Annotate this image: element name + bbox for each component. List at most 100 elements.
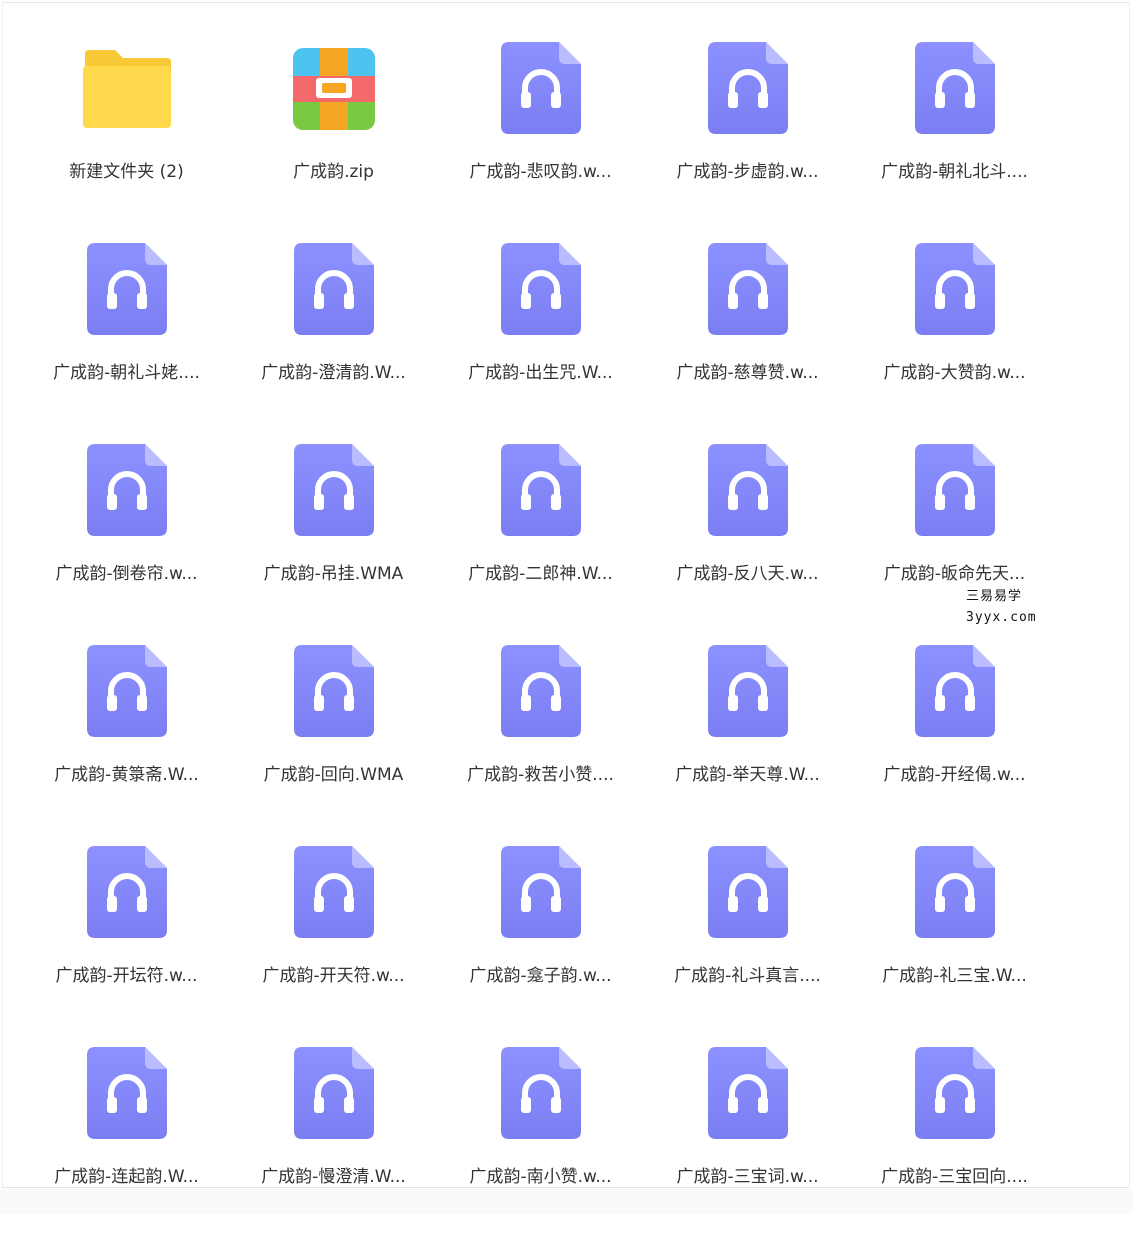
- file-icon-container: [644, 243, 851, 335]
- zip-archive-icon: [292, 48, 375, 130]
- file-icon-container: [23, 444, 230, 536]
- file-item[interactable]: 广成韵-步虚韵.w...: [644, 38, 851, 239]
- file-icon-container: [644, 444, 851, 536]
- file-name-label: 广成韵-朝礼斗姥....: [53, 363, 200, 383]
- file-name-label: 广成韵-回向.WMA: [263, 765, 404, 785]
- file-icon-container: [437, 444, 644, 536]
- file-item[interactable]: 广成韵-开天符.w...: [230, 842, 437, 1043]
- audio-file-icon: [914, 846, 995, 938]
- file-name-label: 广成韵-连起韵.W...: [54, 1167, 199, 1187]
- file-item[interactable]: 广成韵-反八天.w...: [644, 440, 851, 641]
- file-icon-container: [644, 645, 851, 737]
- file-icon-container: [23, 1047, 230, 1139]
- audio-file-icon: [914, 243, 995, 335]
- file-item[interactable]: 广成韵-朝礼北斗....: [851, 38, 1058, 239]
- file-item[interactable]: 广成韵-举天尊.W...: [644, 641, 851, 842]
- file-name-label: 广成韵-慢澄清.W...: [261, 1167, 406, 1187]
- audio-file-icon: [707, 846, 788, 938]
- file-item[interactable]: 广成韵-大赞韵.w...: [851, 239, 1058, 440]
- file-name-label: 广成韵-三宝回向....: [881, 1167, 1028, 1187]
- file-name-label: 广成韵-举天尊.W...: [675, 765, 820, 785]
- file-name-label: 广成韵-倒卷帘.w...: [55, 564, 198, 584]
- file-icon-container: [23, 243, 230, 335]
- audio-file-icon: [86, 444, 167, 536]
- audio-file-icon: [707, 645, 788, 737]
- file-icon-container: [230, 444, 437, 536]
- audio-file-icon: [293, 846, 374, 938]
- file-name-label: 广成韵-吊挂.WMA: [263, 564, 404, 584]
- file-item[interactable]: 广成韵-悲叹韵.w...: [437, 38, 644, 239]
- audio-file-icon: [293, 243, 374, 335]
- file-name-label: 广成韵-出生咒.W...: [468, 363, 613, 383]
- file-name-label: 广成韵-南小赞.w...: [469, 1167, 612, 1187]
- file-name-label: 广成韵-礼斗真言....: [674, 966, 821, 986]
- file-name-label: 广成韵-开天符.w...: [262, 966, 405, 986]
- file-item[interactable]: 广成韵-救苦小赞....: [437, 641, 644, 842]
- file-icon-container: [437, 1047, 644, 1139]
- file-item[interactable]: 广成韵.zip: [230, 38, 437, 239]
- file-icon-container: [851, 645, 1058, 737]
- file-name-label: 广成韵-朝礼北斗....: [881, 162, 1028, 182]
- file-icon-container: [23, 846, 230, 938]
- file-name-label: 广成韵-救苦小赞....: [467, 765, 614, 785]
- file-icon-container: [23, 645, 230, 737]
- file-item[interactable]: 广成韵-慈尊赞.w...: [644, 239, 851, 440]
- file-name-label: 广成韵-慈尊赞.w...: [676, 363, 819, 383]
- file-name-label: 广成韵-龛子韵.w...: [469, 966, 612, 986]
- audio-file-icon: [86, 645, 167, 737]
- file-icon-container: [230, 1047, 437, 1139]
- file-icon-container: [437, 645, 644, 737]
- file-item[interactable]: 广成韵-吊挂.WMA: [230, 440, 437, 641]
- file-icon-container: [644, 1047, 851, 1139]
- file-item[interactable]: 广成韵-朝礼斗姥....: [23, 239, 230, 440]
- audio-file-icon: [500, 1047, 581, 1139]
- file-name-label: 广成韵-皈命先天...: [883, 564, 1026, 584]
- file-name-label: 广成韵-三宝词.w...: [676, 1167, 819, 1187]
- audio-file-icon: [500, 444, 581, 536]
- file-name-label: 广成韵-大赞韵.w...: [883, 363, 1026, 383]
- file-icon-container: [437, 42, 644, 134]
- folder-icon: [82, 50, 171, 128]
- audio-file-icon: [500, 243, 581, 335]
- file-icon-container: [230, 42, 437, 134]
- audio-file-icon: [707, 243, 788, 335]
- file-name-label: 广成韵-反八天.w...: [676, 564, 819, 584]
- file-item[interactable]: 广成韵-澄清韵.W...: [230, 239, 437, 440]
- file-item[interactable]: 广成韵-龛子韵.w...: [437, 842, 644, 1043]
- audio-file-icon: [293, 444, 374, 536]
- audio-file-icon: [914, 444, 995, 536]
- file-icon-container: [230, 846, 437, 938]
- audio-file-icon: [500, 42, 581, 134]
- file-item[interactable]: 新建文件夹 (2): [23, 38, 230, 239]
- audio-file-icon: [707, 444, 788, 536]
- file-name-label: 广成韵-礼三宝.W...: [882, 966, 1027, 986]
- file-name-label: 广成韵-开经偈.w...: [883, 765, 1026, 785]
- audio-file-icon: [707, 1047, 788, 1139]
- file-item[interactable]: 广成韵-出生咒.W...: [437, 239, 644, 440]
- audio-file-icon: [86, 846, 167, 938]
- audio-file-icon: [500, 645, 581, 737]
- audio-file-icon: [293, 1047, 374, 1139]
- audio-file-icon: [914, 645, 995, 737]
- file-icon-container: [644, 42, 851, 134]
- file-item[interactable]: 广成韵-开经偈.w...: [851, 641, 1058, 842]
- audio-file-icon: [293, 645, 374, 737]
- file-item[interactable]: 广成韵-倒卷帘.w...: [23, 440, 230, 641]
- file-item[interactable]: 广成韵-开坛符.w...: [23, 842, 230, 1043]
- audio-file-icon: [86, 1047, 167, 1139]
- file-icon-container: [851, 846, 1058, 938]
- file-item[interactable]: 广成韵-礼三宝.W...: [851, 842, 1058, 1043]
- file-icon-container: [644, 846, 851, 938]
- audio-file-icon: [500, 846, 581, 938]
- file-icon-container: [230, 645, 437, 737]
- file-name-label: 广成韵-开坛符.w...: [55, 966, 198, 986]
- file-item[interactable]: 广成韵-二郎神.W...: [437, 440, 644, 641]
- file-item[interactable]: 广成韵-回向.WMA: [230, 641, 437, 842]
- file-icon-container: [23, 42, 230, 134]
- file-item[interactable]: 广成韵-黄箓斋.W...: [23, 641, 230, 842]
- file-icon-container: [851, 42, 1058, 134]
- audio-file-icon: [914, 42, 995, 134]
- file-item[interactable]: 广成韵-礼斗真言....: [644, 842, 851, 1043]
- file-name-label: 广成韵.zip: [293, 162, 374, 182]
- watermark: 三易易学 3yyx.com: [966, 586, 1037, 628]
